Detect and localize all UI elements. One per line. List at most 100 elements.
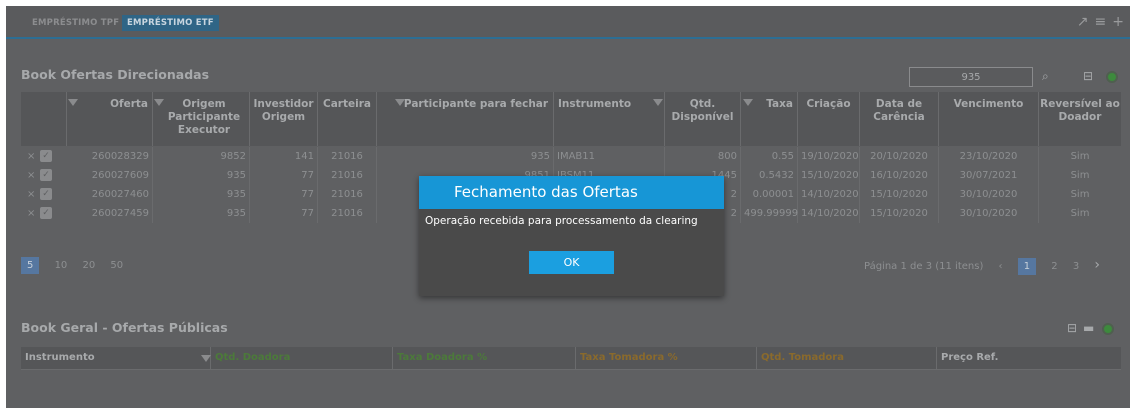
cell-investidor: 77 — [250, 185, 318, 204]
table-row[interactable]: × ✓ 260028329 9852 141 21016 935 IMAB11 … — [21, 147, 1121, 166]
cell-carteira: 21016 — [318, 166, 377, 185]
col-qtd[interactable]: Qtd. Disponível — [665, 92, 741, 146]
col-qtd-tomadora[interactable]: Qtd. Tomadora — [757, 347, 937, 369]
cell-criacao: 14/10/2020 — [798, 204, 860, 223]
checkbox[interactable]: ✓ — [40, 150, 52, 162]
page-size-option[interactable]: 5 — [21, 257, 40, 274]
table-header: Oferta Origem Participante Executor Inve… — [21, 92, 1121, 146]
cell-oferta: 260028329 — [67, 147, 153, 166]
cell-investidor: 77 — [250, 166, 318, 185]
col-vencimento[interactable]: Vencimento — [939, 92, 1039, 146]
cell-carteira: 21016 — [318, 204, 377, 223]
col-carteira[interactable]: Carteira — [318, 92, 377, 146]
cell-origem: 935 — [153, 185, 250, 204]
col-investidor[interactable]: Investidor Origem — [250, 92, 318, 146]
col-qtd-doadora[interactable]: Qtd. Doadora — [211, 347, 393, 369]
cell-qtd: 800 — [665, 147, 741, 166]
export-icon[interactable]: ⊟ — [1067, 322, 1077, 334]
remove-icon[interactable]: × — [27, 185, 35, 204]
col-participante[interactable]: Participante para fechar — [377, 92, 554, 146]
checkbox[interactable]: ✓ — [40, 169, 52, 181]
col-taxa-doadora[interactable]: Taxa Doadora % — [393, 347, 576, 369]
add-icon[interactable]: + — [1112, 15, 1124, 29]
col-preco-ref[interactable]: Preço Ref. — [937, 347, 1121, 369]
page-size-option[interactable]: 50 — [110, 260, 123, 271]
cell-criacao: 19/10/2020 — [798, 147, 860, 166]
checkbox[interactable]: ✓ — [40, 188, 52, 200]
col-carencia[interactable]: Data de Carência — [860, 92, 939, 146]
folder-icon[interactable]: ▬ — [1083, 322, 1094, 334]
col-instrumento[interactable]: Instrumento — [554, 92, 665, 146]
cell-reversivel: Sim — [1070, 189, 1090, 200]
page-number[interactable]: 2 — [1051, 261, 1057, 272]
checkbox[interactable]: ✓ — [40, 207, 52, 219]
export-icon[interactable]: ⊟ — [1083, 70, 1093, 82]
col-taxa-tomadora[interactable]: Taxa Tomadora % — [576, 347, 757, 369]
remove-icon[interactable]: × — [27, 204, 35, 223]
status-dot-icon — [1102, 323, 1114, 335]
cell-carencia: 15/10/2020 — [860, 185, 939, 204]
window-controls: ↗ ≡ + — [1077, 15, 1124, 29]
page-number[interactable]: 1 — [1017, 258, 1037, 275]
page-size-option[interactable]: 20 — [82, 260, 95, 271]
cell-carteira: 21016 — [318, 185, 377, 204]
tab-emprestimo-tpf[interactable]: EMPRÉSTIMO TPF — [32, 18, 119, 28]
cell-origem: 935 — [153, 166, 250, 185]
cell-oferta: 260027460 — [67, 185, 153, 204]
cell-taxa: 0.00001 — [741, 185, 798, 204]
cell-vencimento: 23/10/2020 — [939, 147, 1039, 166]
cell-criacao: 15/10/2020 — [798, 166, 860, 185]
expand-icon[interactable]: ↗ — [1077, 15, 1089, 29]
cell-taxa: 499.99999 — [741, 204, 798, 223]
next-page-icon[interactable]: › — [1094, 257, 1100, 273]
book-geral-title: Book Geral - Ofertas Públicas — [21, 320, 228, 335]
cell-oferta: 260027609 — [67, 166, 153, 185]
cell-criacao: 14/10/2020 — [798, 185, 860, 204]
filter-icon[interactable] — [653, 99, 663, 106]
tab-emprestimo-etf[interactable]: EMPRÉSTIMO ETF — [122, 15, 219, 31]
pagination: Página 1 de 3 (11 itens) ‹ 1 2 3 › — [864, 257, 1112, 275]
cell-carteira: 21016 — [318, 147, 377, 166]
cell-carencia: 15/10/2020 — [860, 204, 939, 223]
page-number[interactable]: 3 — [1073, 261, 1079, 272]
search-input[interactable]: 935 — [909, 67, 1033, 87]
cell-carencia: 20/10/2020 — [860, 147, 939, 166]
col-oferta[interactable]: Oferta — [67, 92, 153, 146]
col-reversivel[interactable]: Reversível ao Doador — [1039, 92, 1121, 146]
cell-taxa: 0.55 — [741, 147, 798, 166]
col-instrumento[interactable]: Instrumento — [21, 347, 211, 369]
dialog-title: Fechamento das Ofertas — [419, 176, 724, 209]
col-taxa[interactable]: Taxa — [741, 92, 798, 146]
col-actions — [21, 92, 67, 146]
menu-icon[interactable]: ≡ — [1095, 15, 1107, 29]
status-dot-icon — [1106, 71, 1118, 83]
cell-reversivel: Sim — [1070, 170, 1090, 181]
book-direcionadas-title: Book Ofertas Direcionadas — [21, 67, 210, 82]
cell-vencimento: 30/10/2020 — [939, 185, 1039, 204]
cell-reversivel: Sim — [1070, 151, 1090, 162]
filter-icon[interactable] — [201, 355, 211, 362]
page-size-option[interactable]: 10 — [55, 260, 68, 271]
cell-oferta: 260027459 — [67, 204, 153, 223]
cell-vencimento: 30/07/2021 — [939, 166, 1039, 185]
cell-reversivel: Sim — [1070, 208, 1090, 219]
cell-origem: 935 — [153, 204, 250, 223]
tab-underline — [6, 37, 1130, 39]
page-size-selector: 5 10 20 50 — [21, 257, 135, 274]
public-offers-header: Instrumento Qtd. Doadora Taxa Doadora % … — [21, 347, 1121, 370]
page-info: Página 1 de 3 (11 itens) — [864, 261, 984, 272]
cell-participante: 935 — [377, 147, 554, 166]
col-criacao[interactable]: Criação — [798, 92, 860, 146]
remove-icon[interactable]: × — [27, 166, 35, 185]
cell-vencimento: 30/10/2020 — [939, 204, 1039, 223]
cell-investidor: 141 — [250, 147, 318, 166]
remove-icon[interactable]: × — [27, 147, 35, 166]
search-icon[interactable]: ⌕ — [1042, 70, 1049, 82]
ok-button[interactable]: OK — [529, 251, 614, 274]
closing-offers-dialog: Fechamento das Ofertas Operação recebida… — [419, 176, 724, 296]
dialog-message: Operação recebida para processamento da … — [425, 215, 698, 227]
cell-carencia: 16/10/2020 — [860, 166, 939, 185]
col-origem[interactable]: Origem Participante Executor — [153, 92, 250, 146]
prev-page-icon[interactable]: ‹ — [999, 261, 1003, 272]
cell-origem: 9852 — [153, 147, 250, 166]
